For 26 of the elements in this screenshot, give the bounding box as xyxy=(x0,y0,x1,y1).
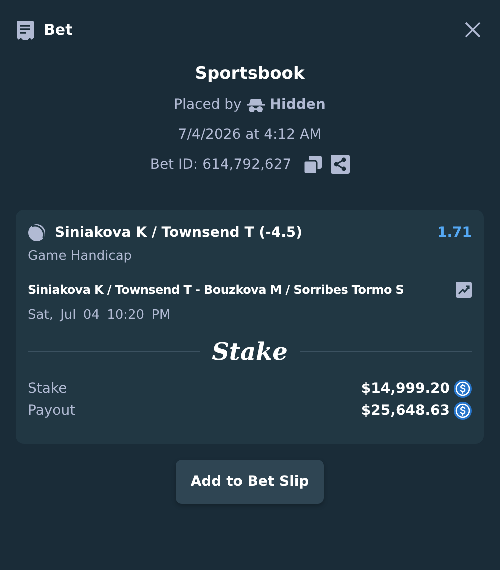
dollar-coin-icon xyxy=(454,380,472,398)
bet-type-title: Sportsbook xyxy=(195,64,305,84)
bet-id: Bet ID: 614,792,627 xyxy=(150,156,292,172)
total-amount: $14,999.20 xyxy=(361,381,450,397)
trend-chart-icon[interactable] xyxy=(456,282,472,298)
total-label: Stake xyxy=(28,381,68,397)
bet-datetime: 7/4/2026 at 4:12 AM xyxy=(178,127,322,143)
total-label: Payout xyxy=(28,403,76,419)
event-name: Siniakova K / Townsend T - Bouzkova M / Sorribes Tormo S xyxy=(28,283,404,297)
brand-logo: Stake xyxy=(212,337,288,366)
copy-icon[interactable] xyxy=(304,156,322,174)
dollar-coin-icon xyxy=(454,402,472,420)
total-amount: $25,648.63 xyxy=(361,403,450,419)
dialog-title: Bet xyxy=(44,21,73,39)
placed-by-label: Placed by xyxy=(174,97,242,113)
add-to-bet-slip-button[interactable]: Add to Bet Slip xyxy=(176,460,324,504)
selection-name: Siniakova K / Townsend T (-4.5) xyxy=(55,225,303,241)
market-name: Game Handicap xyxy=(28,249,134,264)
placed-by-user: Hidden xyxy=(270,97,326,113)
incognito-icon xyxy=(246,98,265,112)
share-icon[interactable] xyxy=(330,155,350,174)
close-button[interactable] xyxy=(464,21,482,39)
tennis-ball-icon xyxy=(28,224,46,242)
event-datetime: Sat, Jul 04 10:20 PM xyxy=(28,308,171,323)
receipt-icon xyxy=(16,20,35,40)
odds-value: 1.71 xyxy=(437,225,472,241)
